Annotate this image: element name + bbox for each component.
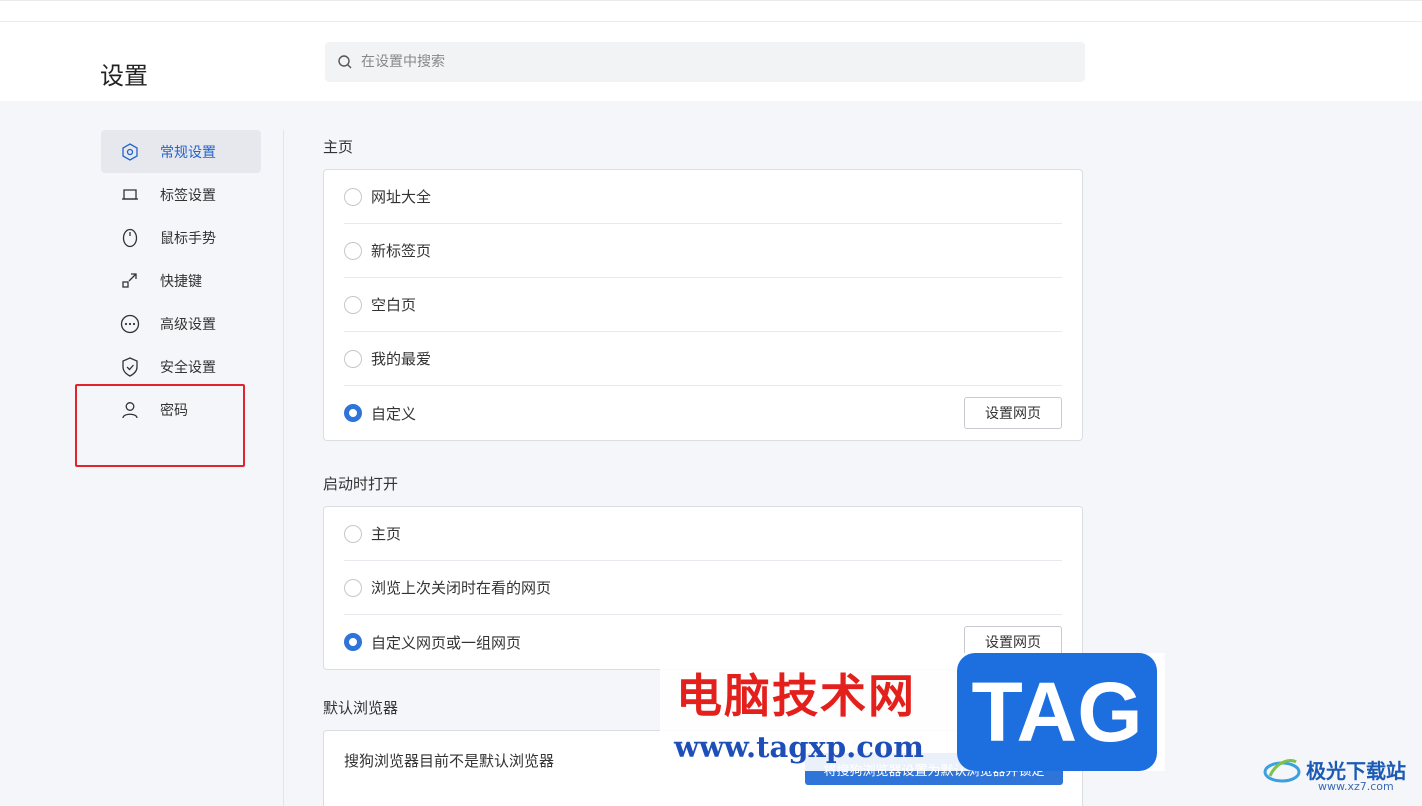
radio-option[interactable]: 我的最爱 — [344, 332, 1062, 386]
default-browser-status: 搜狗浏览器目前不是默认浏览器 — [344, 752, 555, 770]
search-bar[interactable] — [325, 42, 1085, 82]
radio-option[interactable]: 自定义 设置网页 — [344, 386, 1062, 440]
option-label: 自定义 — [371, 404, 417, 423]
highlight-annotation — [75, 384, 245, 467]
startup-card: 主页 浏览上次关闭时在看的网页 自定义网页或一组网页 设置网页 — [323, 506, 1083, 670]
section-title-homepage: 主页 — [323, 138, 354, 156]
radio-button[interactable] — [344, 524, 362, 543]
radio-option[interactable]: 空白页 — [344, 278, 1062, 332]
search-input[interactable] — [361, 54, 1061, 70]
option-label: 主页 — [371, 525, 402, 543]
watermark-url: www.tagxp.com — [674, 730, 924, 764]
radio-button[interactable] — [344, 187, 362, 206]
shortcut-icon — [120, 271, 140, 291]
aurora-logo-icon — [1263, 759, 1301, 783]
mouse-icon — [120, 228, 140, 248]
sidebar-item-label: 标签设置 — [160, 187, 216, 204]
radio-option[interactable]: 网址大全 — [344, 170, 1062, 224]
sidebar-item-label: 快捷键 — [160, 273, 202, 290]
radio-option[interactable]: 主页 — [344, 507, 1062, 561]
settings-hexagon-icon — [120, 142, 140, 162]
page-title: 设置 — [100, 62, 148, 90]
sidebar-item-shortcuts[interactable]: 快捷键 — [101, 259, 261, 302]
radio-button[interactable] — [344, 295, 362, 314]
sidebar-item-label: 鼠标手势 — [160, 230, 216, 247]
radio-option[interactable]: 浏览上次关闭时在看的网页 — [344, 561, 1062, 615]
option-label: 浏览上次关闭时在看的网页 — [371, 579, 552, 597]
radio-button[interactable] — [344, 349, 362, 368]
sidebar-item-general[interactable]: 常规设置 — [101, 130, 261, 173]
radio-button[interactable] — [344, 578, 362, 597]
section-title-default-browser: 默认浏览器 — [323, 699, 399, 717]
option-label: 空白页 — [371, 296, 417, 314]
sidebar-item-tabs[interactable]: 标签设置 — [101, 173, 261, 216]
sidebar-item-advanced[interactable]: 高级设置 — [101, 302, 261, 345]
radio-button-checked[interactable] — [344, 404, 362, 422]
watermark-logo: TAG — [957, 653, 1157, 771]
tab-icon — [120, 185, 140, 205]
option-label: 自定义网页或一组网页 — [371, 633, 522, 652]
corner-watermark: 极光下载站 www.xz7.com — [1262, 752, 1406, 793]
radio-button[interactable] — [344, 241, 362, 260]
homepage-card: 网址大全 新标签页 空白页 我的最爱 自定义 设置网页 — [323, 169, 1083, 441]
sidebar-item-label: 常规设置 — [160, 144, 216, 161]
sidebar-item-label: 高级设置 — [160, 316, 216, 333]
section-title-startup: 启动时打开 — [323, 475, 399, 493]
set-homepage-button[interactable]: 设置网页 — [964, 397, 1062, 429]
corner-watermark-url: www.xz7.com — [1318, 780, 1394, 793]
option-label: 新标签页 — [371, 242, 432, 260]
sidebar-item-mouse-gestures[interactable]: 鼠标手势 — [101, 216, 261, 259]
search-icon — [338, 55, 352, 69]
sidebar-item-label: 安全设置 — [160, 359, 216, 376]
sidebar-divider — [283, 130, 284, 806]
radio-button-checked[interactable] — [344, 633, 362, 651]
sidebar-item-security[interactable]: 安全设置 — [101, 345, 261, 388]
shield-icon — [120, 356, 140, 377]
watermark-text: 电脑技术网 — [676, 669, 916, 723]
more-circle-icon — [120, 314, 140, 334]
option-label: 网址大全 — [371, 188, 432, 206]
radio-option[interactable]: 新标签页 — [344, 224, 1062, 278]
option-label: 我的最爱 — [371, 350, 432, 368]
